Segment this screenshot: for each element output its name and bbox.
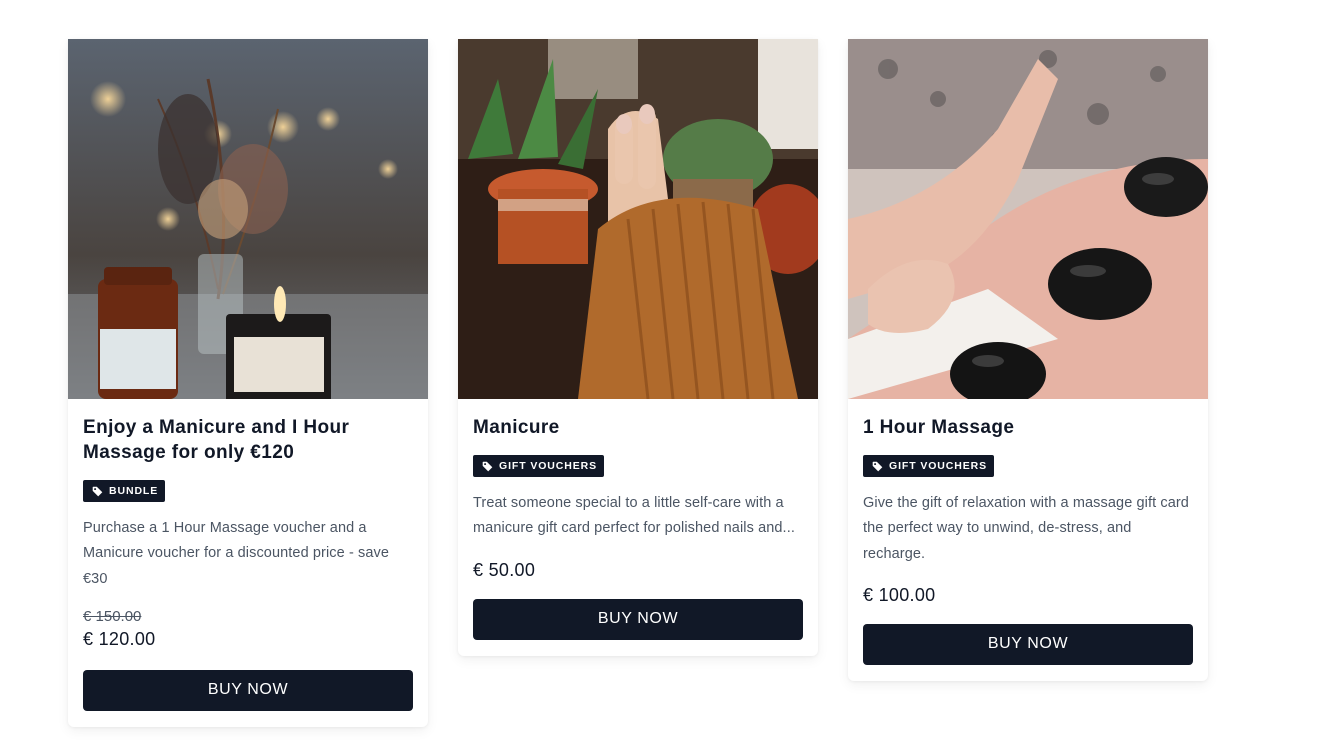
- category-badge[interactable]: GIFT VOUCHERS: [473, 455, 605, 477]
- product-description: Treat someone special to a little self-c…: [473, 495, 795, 537]
- price: € 50.00: [473, 559, 536, 580]
- tag-icon: [482, 461, 493, 471]
- original-price: € 150.00: [83, 607, 142, 625]
- tag-icon: [872, 461, 883, 471]
- product-title[interactable]: Manicure: [473, 415, 803, 440]
- product-card-manicure: Manicure GIFT VOUCHERS Treat someone spe…: [458, 39, 818, 656]
- category-badge-label: GIFT VOUCHERS: [499, 460, 598, 472]
- buy-now-button[interactable]: BUY NOW: [473, 598, 803, 640]
- product-title[interactable]: Enjoy a Manicure and I Hour Massage for …: [83, 415, 413, 465]
- category-badge[interactable]: GIFT VOUCHERS: [863, 455, 995, 477]
- category-badge-label: GIFT VOUCHERS: [889, 460, 988, 472]
- category-badge[interactable]: BUNDLE: [83, 480, 166, 502]
- buy-now-button[interactable]: BUY NOW: [83, 669, 413, 711]
- product-card-bundle: Enjoy a Manicure and I Hour Massage for …: [68, 39, 428, 727]
- product-image[interactable]: [458, 39, 818, 399]
- product-image[interactable]: [68, 39, 428, 399]
- buy-now-button[interactable]: BUY NOW: [863, 623, 1193, 665]
- product-description: Give the gift of relaxation with a massa…: [863, 495, 1189, 562]
- product-image[interactable]: [848, 39, 1208, 399]
- product-card-massage: 1 Hour Massage GIFT VOUCHERS Give the gi…: [848, 39, 1208, 681]
- product-grid: Enjoy a Manicure and I Hour Massage for …: [0, 0, 1331, 755]
- tag-icon: [92, 486, 103, 496]
- product-title[interactable]: 1 Hour Massage: [863, 415, 1193, 440]
- product-description: Purchase a 1 Hour Massage voucher and a …: [83, 520, 390, 587]
- price: € 100.00: [863, 584, 936, 605]
- category-badge-label: BUNDLE: [109, 485, 159, 497]
- sale-price: € 120.00: [83, 628, 156, 649]
